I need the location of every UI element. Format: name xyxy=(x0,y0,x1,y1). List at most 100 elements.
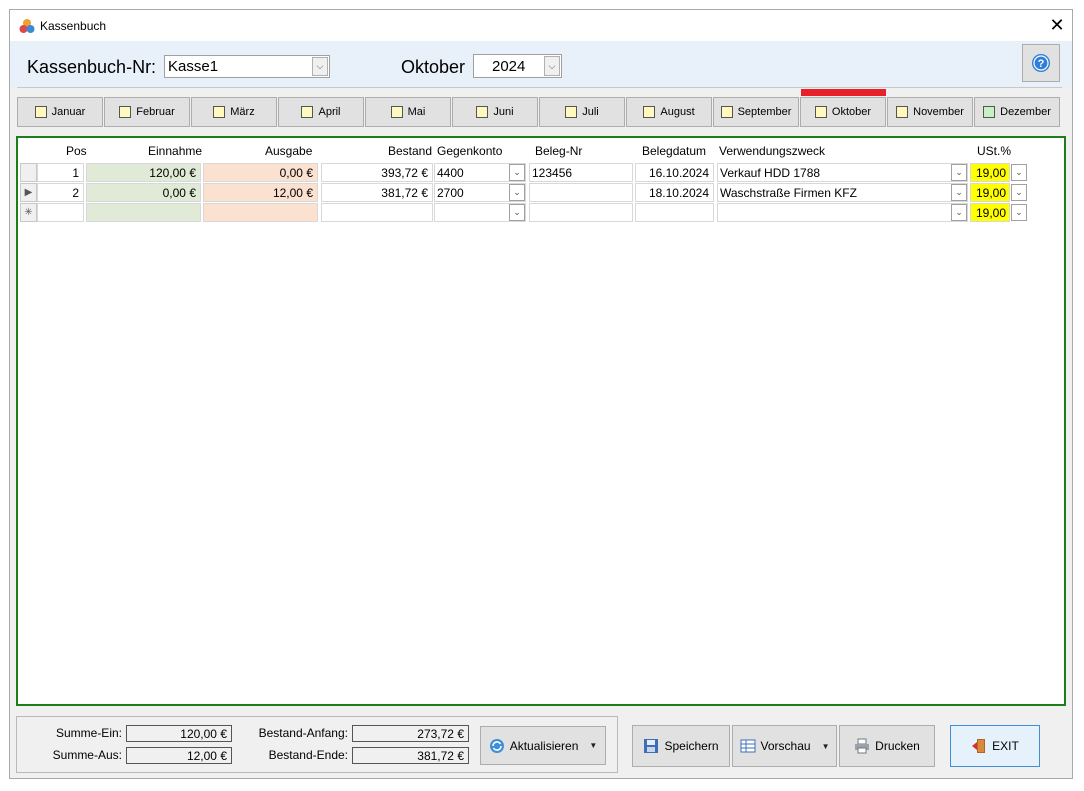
cell-text: 2700 xyxy=(437,185,464,200)
month-checkbox[interactable] xyxy=(213,106,226,118)
chevron-down-icon[interactable]: ⌄ xyxy=(1011,184,1027,201)
month-checkbox[interactable] xyxy=(34,106,47,118)
cell-belegdatum[interactable]: 16.10.2024 xyxy=(635,163,714,182)
aktualisieren-button[interactable]: Aktualisieren ▼ xyxy=(480,726,606,765)
month-tab-mai[interactable]: Mai xyxy=(365,97,451,127)
chevron-down-icon[interactable]: ⌵ xyxy=(312,57,328,76)
month-tab-februar[interactable]: Februar xyxy=(104,97,190,127)
month-tab-label: September xyxy=(737,106,792,118)
month-tab-september[interactable]: September xyxy=(713,97,799,127)
chevron-down-icon[interactable]: ⌄ xyxy=(951,204,967,221)
month-checkbox[interactable] xyxy=(643,106,656,118)
month-checkbox[interactable] xyxy=(390,106,403,118)
month-tab-november[interactable]: November xyxy=(887,97,973,127)
save-icon xyxy=(644,739,659,753)
chevron-down-icon[interactable]: ⌵ xyxy=(544,56,560,76)
month-checkbox[interactable] xyxy=(119,106,132,118)
chevron-down-icon[interactable]: ⌄ xyxy=(1011,204,1027,221)
month-checkbox[interactable] xyxy=(896,106,909,118)
exit-button[interactable]: EXIT xyxy=(950,725,1040,767)
month-tab-oktober[interactable]: Oktober xyxy=(800,97,886,127)
kassenbuch-value: Kasse1 xyxy=(168,58,219,75)
drucken-button[interactable]: Drucken xyxy=(839,725,935,767)
month-checkbox[interactable] xyxy=(565,106,578,118)
chevron-down-icon[interactable]: ⌄ xyxy=(509,204,525,221)
cell-verwendungszweck[interactable]: Verkauf HDD 1788 xyxy=(717,163,968,182)
speichern-label: Speichern xyxy=(664,739,719,753)
bestand-anfang-label: Bestand-Anfang: xyxy=(258,726,348,740)
col-header-pos: Pos xyxy=(66,144,87,158)
help-button[interactable]: ? xyxy=(1022,44,1060,82)
app-icon xyxy=(19,19,35,33)
cell-beleg-nr[interactable]: 123456 xyxy=(529,163,633,182)
chevron-down-icon[interactable]: ⌄ xyxy=(509,164,525,181)
month-checkbox[interactable] xyxy=(720,106,733,118)
vorschau-label: Vorschau xyxy=(760,739,811,753)
cell-beleg-nr[interactable] xyxy=(529,203,633,222)
cell-ust[interactable]: 19,00 xyxy=(970,183,1010,202)
cell-text: 4400 xyxy=(437,165,464,180)
vorschau-button[interactable]: Vorschau ▼ xyxy=(732,725,837,767)
cell-bestand[interactable]: 381,72 € xyxy=(321,183,433,202)
month-tab-april[interactable]: April xyxy=(278,97,364,127)
cell-pos[interactable]: 2 xyxy=(37,183,84,202)
cell-einnahme[interactable]: 0,00 € xyxy=(86,183,201,202)
cell-pos[interactable]: 1 xyxy=(37,163,84,182)
close-button[interactable]: ✕ xyxy=(1047,14,1067,36)
row-indicator[interactable]: ▶ xyxy=(20,183,37,202)
col-header-belegdatum: Belegdatum xyxy=(642,144,707,158)
month-tab-label: Januar xyxy=(51,106,86,118)
cell-belegdatum[interactable] xyxy=(635,203,714,222)
chevron-down-icon[interactable]: ⌄ xyxy=(509,184,525,201)
month-tab-label: Mai xyxy=(407,106,426,118)
cell-belegdatum[interactable]: 18.10.2024 xyxy=(635,183,714,202)
table-preview-icon xyxy=(740,739,756,753)
month-checkbox[interactable] xyxy=(983,106,996,118)
col-header-einnahme: Einnahme xyxy=(148,144,203,158)
summe-ein-value: 120,00 € xyxy=(126,725,232,742)
exit-label: EXIT xyxy=(992,739,1019,753)
cell-einnahme[interactable]: 120,00 € xyxy=(86,163,201,182)
cell-text: 19,00 xyxy=(975,185,1006,200)
speichern-button[interactable]: Speichern xyxy=(632,725,730,767)
chevron-down-icon[interactable]: ⌄ xyxy=(951,184,967,201)
cell-text: 19,00 xyxy=(975,205,1006,220)
month-checkbox[interactable] xyxy=(476,106,489,118)
chevron-down-icon[interactable]: ⌄ xyxy=(1011,164,1027,181)
cell-text: 18.10.2024 xyxy=(648,185,709,200)
cell-ust[interactable]: 19,00 xyxy=(970,163,1010,182)
header-separator xyxy=(17,87,1062,88)
year-select[interactable]: 2024 ⌵ xyxy=(473,54,562,78)
cell-ausgabe[interactable]: 0,00 € xyxy=(203,163,318,182)
kassenbuch-label: Kassenbuch-Nr: xyxy=(27,57,157,77)
cell-beleg-nr[interactable] xyxy=(529,183,633,202)
cell-ust[interactable]: 19,00 xyxy=(970,203,1010,222)
cell-verwendungszweck[interactable] xyxy=(717,203,968,222)
cell-bestand[interactable] xyxy=(321,203,433,222)
chevron-down-icon[interactable]: ⌄ xyxy=(951,164,967,181)
month-tab-august[interactable]: August xyxy=(626,97,712,127)
month-tab-januar[interactable]: Januar xyxy=(17,97,103,127)
month-tab-juli[interactable]: Juli xyxy=(539,97,625,127)
cell-text: 19,00 xyxy=(975,165,1006,180)
cell-bestand[interactable]: 393,72 € xyxy=(321,163,433,182)
month-tab-juni[interactable]: Juni xyxy=(452,97,538,127)
cell-ausgabe[interactable]: 12,00 € xyxy=(203,183,318,202)
month-checkbox[interactable] xyxy=(301,106,314,118)
row-indicator[interactable] xyxy=(20,163,37,182)
cell-verwendungszweck[interactable]: Waschstraße Firmen KFZ xyxy=(717,183,968,202)
kassenbuch-select[interactable]: Kasse1 ⌵ xyxy=(164,55,330,78)
month-tab-label: April xyxy=(318,106,341,118)
bestand-anfang-value: 273,72 € xyxy=(352,725,469,742)
exit-door-icon xyxy=(972,739,986,753)
month-tab-märz[interactable]: März xyxy=(191,97,277,127)
row-indicator[interactable]: ✳ xyxy=(20,203,37,222)
col-header-ust: USt.% xyxy=(977,144,1012,158)
month-checkbox[interactable] xyxy=(814,106,827,118)
month-tab-label: Dezember xyxy=(1000,106,1051,118)
cell-ausgabe[interactable] xyxy=(203,203,318,222)
month-tab-dezember[interactable]: Dezember xyxy=(974,97,1060,127)
cell-pos[interactable] xyxy=(37,203,84,222)
cell-einnahme[interactable] xyxy=(86,203,201,222)
aktualisieren-label: Aktualisieren xyxy=(509,738,579,753)
